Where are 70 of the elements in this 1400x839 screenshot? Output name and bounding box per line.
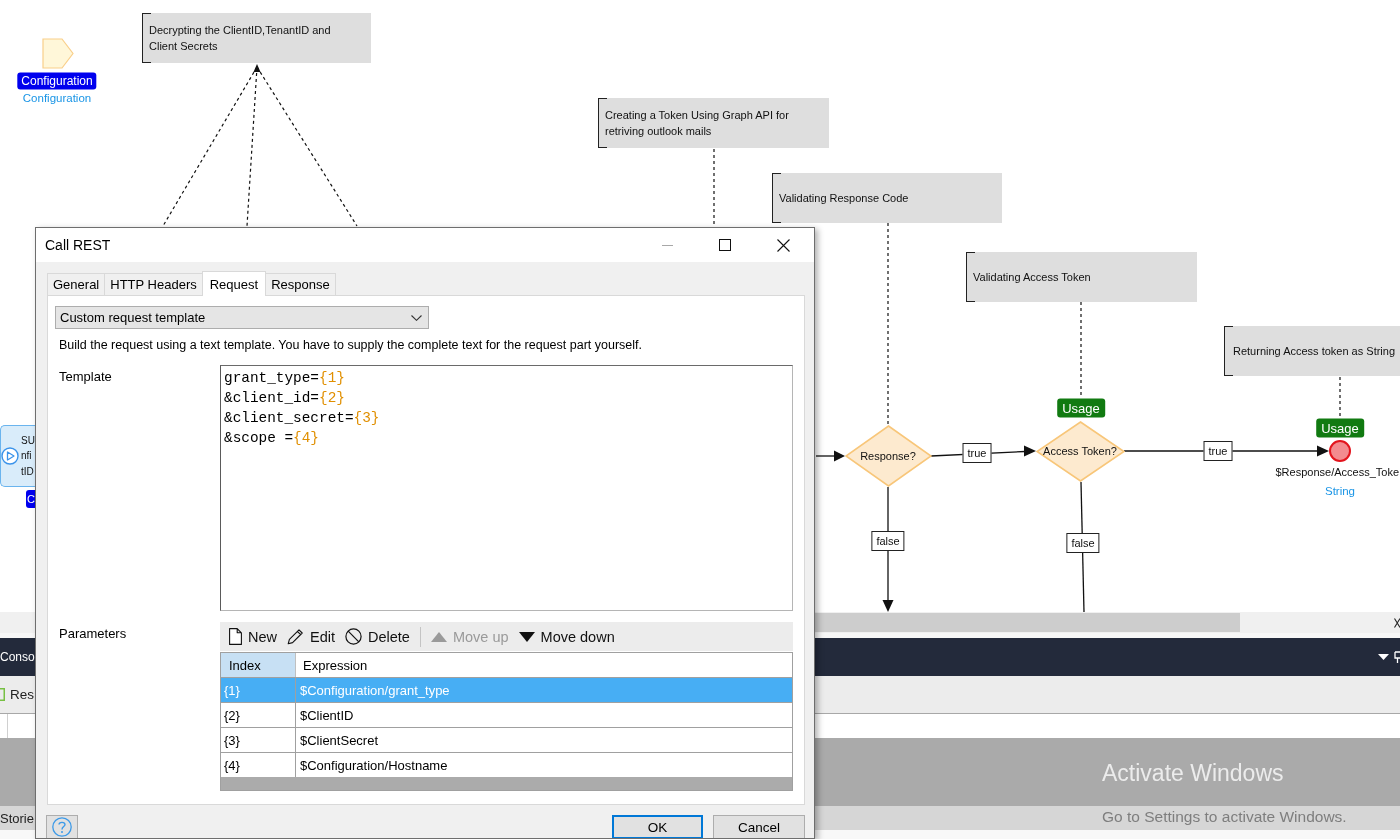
template-field[interactable]: grant_type={1} &client_id={2} &client_secret={3} &scope ={4} [220, 365, 793, 611]
tab[interactable]: General [47, 273, 106, 295]
decision-label: Response? [860, 450, 916, 462]
close-icon[interactable] [1394, 617, 1400, 628]
usage-badge: Usage [1057, 398, 1105, 418]
document-icon [229, 628, 242, 645]
edit-button[interactable]: Edit [287, 628, 335, 645]
return-value: $Response/Access_Toke [1275, 466, 1399, 478]
close-icon [776, 238, 790, 252]
parameter-icon [42, 38, 74, 69]
move-down-button[interactable]: Move down [518, 628, 615, 645]
activation-hint: Go to Settings to activate Windows. [1102, 808, 1347, 826]
annotation-note: Creating a Token Using Graph API for retriving outlook mails [598, 98, 829, 148]
parameter-label[interactable]: Configuration [17, 72, 97, 90]
table-cell-text: $Configuration/grant_type [299, 681, 451, 700]
caret-down-icon[interactable] [1378, 654, 1389, 660]
annotation-connector [1339, 376, 1341, 418]
flow-label: false [1066, 533, 1100, 553]
prohibited-icon [345, 628, 362, 645]
tab[interactable]: Response [265, 273, 336, 295]
column-header[interactable]: Expression [296, 653, 792, 677]
triangle-up-icon [430, 631, 447, 642]
table-cell-text: $ClientSecret [299, 731, 380, 750]
flow-label: false [871, 531, 905, 551]
return-type: String [1325, 485, 1355, 497]
activity-badge: C [26, 490, 35, 508]
activation-title: Activate Windows [1102, 760, 1284, 787]
activity-label: SU nfi tID [21, 433, 35, 479]
table-cell-text: $ClientID [299, 706, 355, 725]
parameter-row[interactable]: {3} $ClientSecret [221, 727, 792, 752]
minimize-icon [661, 244, 673, 246]
pencil-icon [287, 628, 304, 645]
table-cell: {4} [221, 753, 296, 777]
decision-label: Access Token? [1043, 445, 1117, 457]
toolbar-item[interactable]: Res [10, 687, 34, 702]
annotation-note: Decrypting the ClientID,TenantID and Client Secrets [142, 13, 371, 63]
template-label: Template [58, 368, 113, 386]
cancel-button[interactable]: Cancel [713, 815, 805, 838]
chevron-down-icon [411, 314, 422, 321]
panel-title[interactable]: Conso [0, 650, 35, 664]
help-icon [52, 817, 72, 837]
end-event-icon[interactable] [1329, 440, 1351, 462]
table-cell-text: $Configuration/Hostname [299, 756, 449, 775]
maximize-icon [719, 239, 731, 251]
pin-icon[interactable] [1394, 651, 1400, 663]
ok-button[interactable]: OK [612, 815, 703, 838]
panel-tab[interactable]: Storie [0, 810, 34, 826]
parameters-label: Parameters [58, 625, 128, 643]
decision-node[interactable] [1036, 421, 1125, 482]
activity-node[interactable]: SU nfi tID [0, 425, 35, 487]
column-header[interactable]: Index [221, 653, 296, 677]
parameter-row[interactable]: {2} $ClientID [221, 702, 792, 727]
flow-label: true [962, 443, 992, 463]
dialog-title: Call REST [45, 237, 111, 253]
request-type-dropdown[interactable]: Custom request template [55, 306, 429, 329]
parameter-type: Configuration [22, 92, 92, 104]
usage-badge: Usage [1316, 418, 1364, 438]
parameter-row[interactable]: {4} $Configuration/Hostname [221, 752, 792, 777]
description-text: Build the request using a text template. You have to supply the complete text for the request part yourself. [58, 337, 643, 353]
annotation-note: Validating Response Code [772, 173, 1002, 223]
play-circle-icon [1, 447, 19, 465]
tab[interactable]: Request [201, 271, 267, 296]
triangle-down-icon [518, 631, 535, 642]
annotation-note: Validating Access Token [966, 252, 1197, 302]
flow-arrow [815, 450, 845, 462]
delete-button[interactable]: Delete [345, 628, 410, 645]
new-button[interactable]: New [229, 628, 277, 645]
decision-node[interactable] [845, 425, 932, 487]
annotation-note: Returning Access token as String [1224, 326, 1400, 376]
flow-label: true [1203, 441, 1233, 461]
